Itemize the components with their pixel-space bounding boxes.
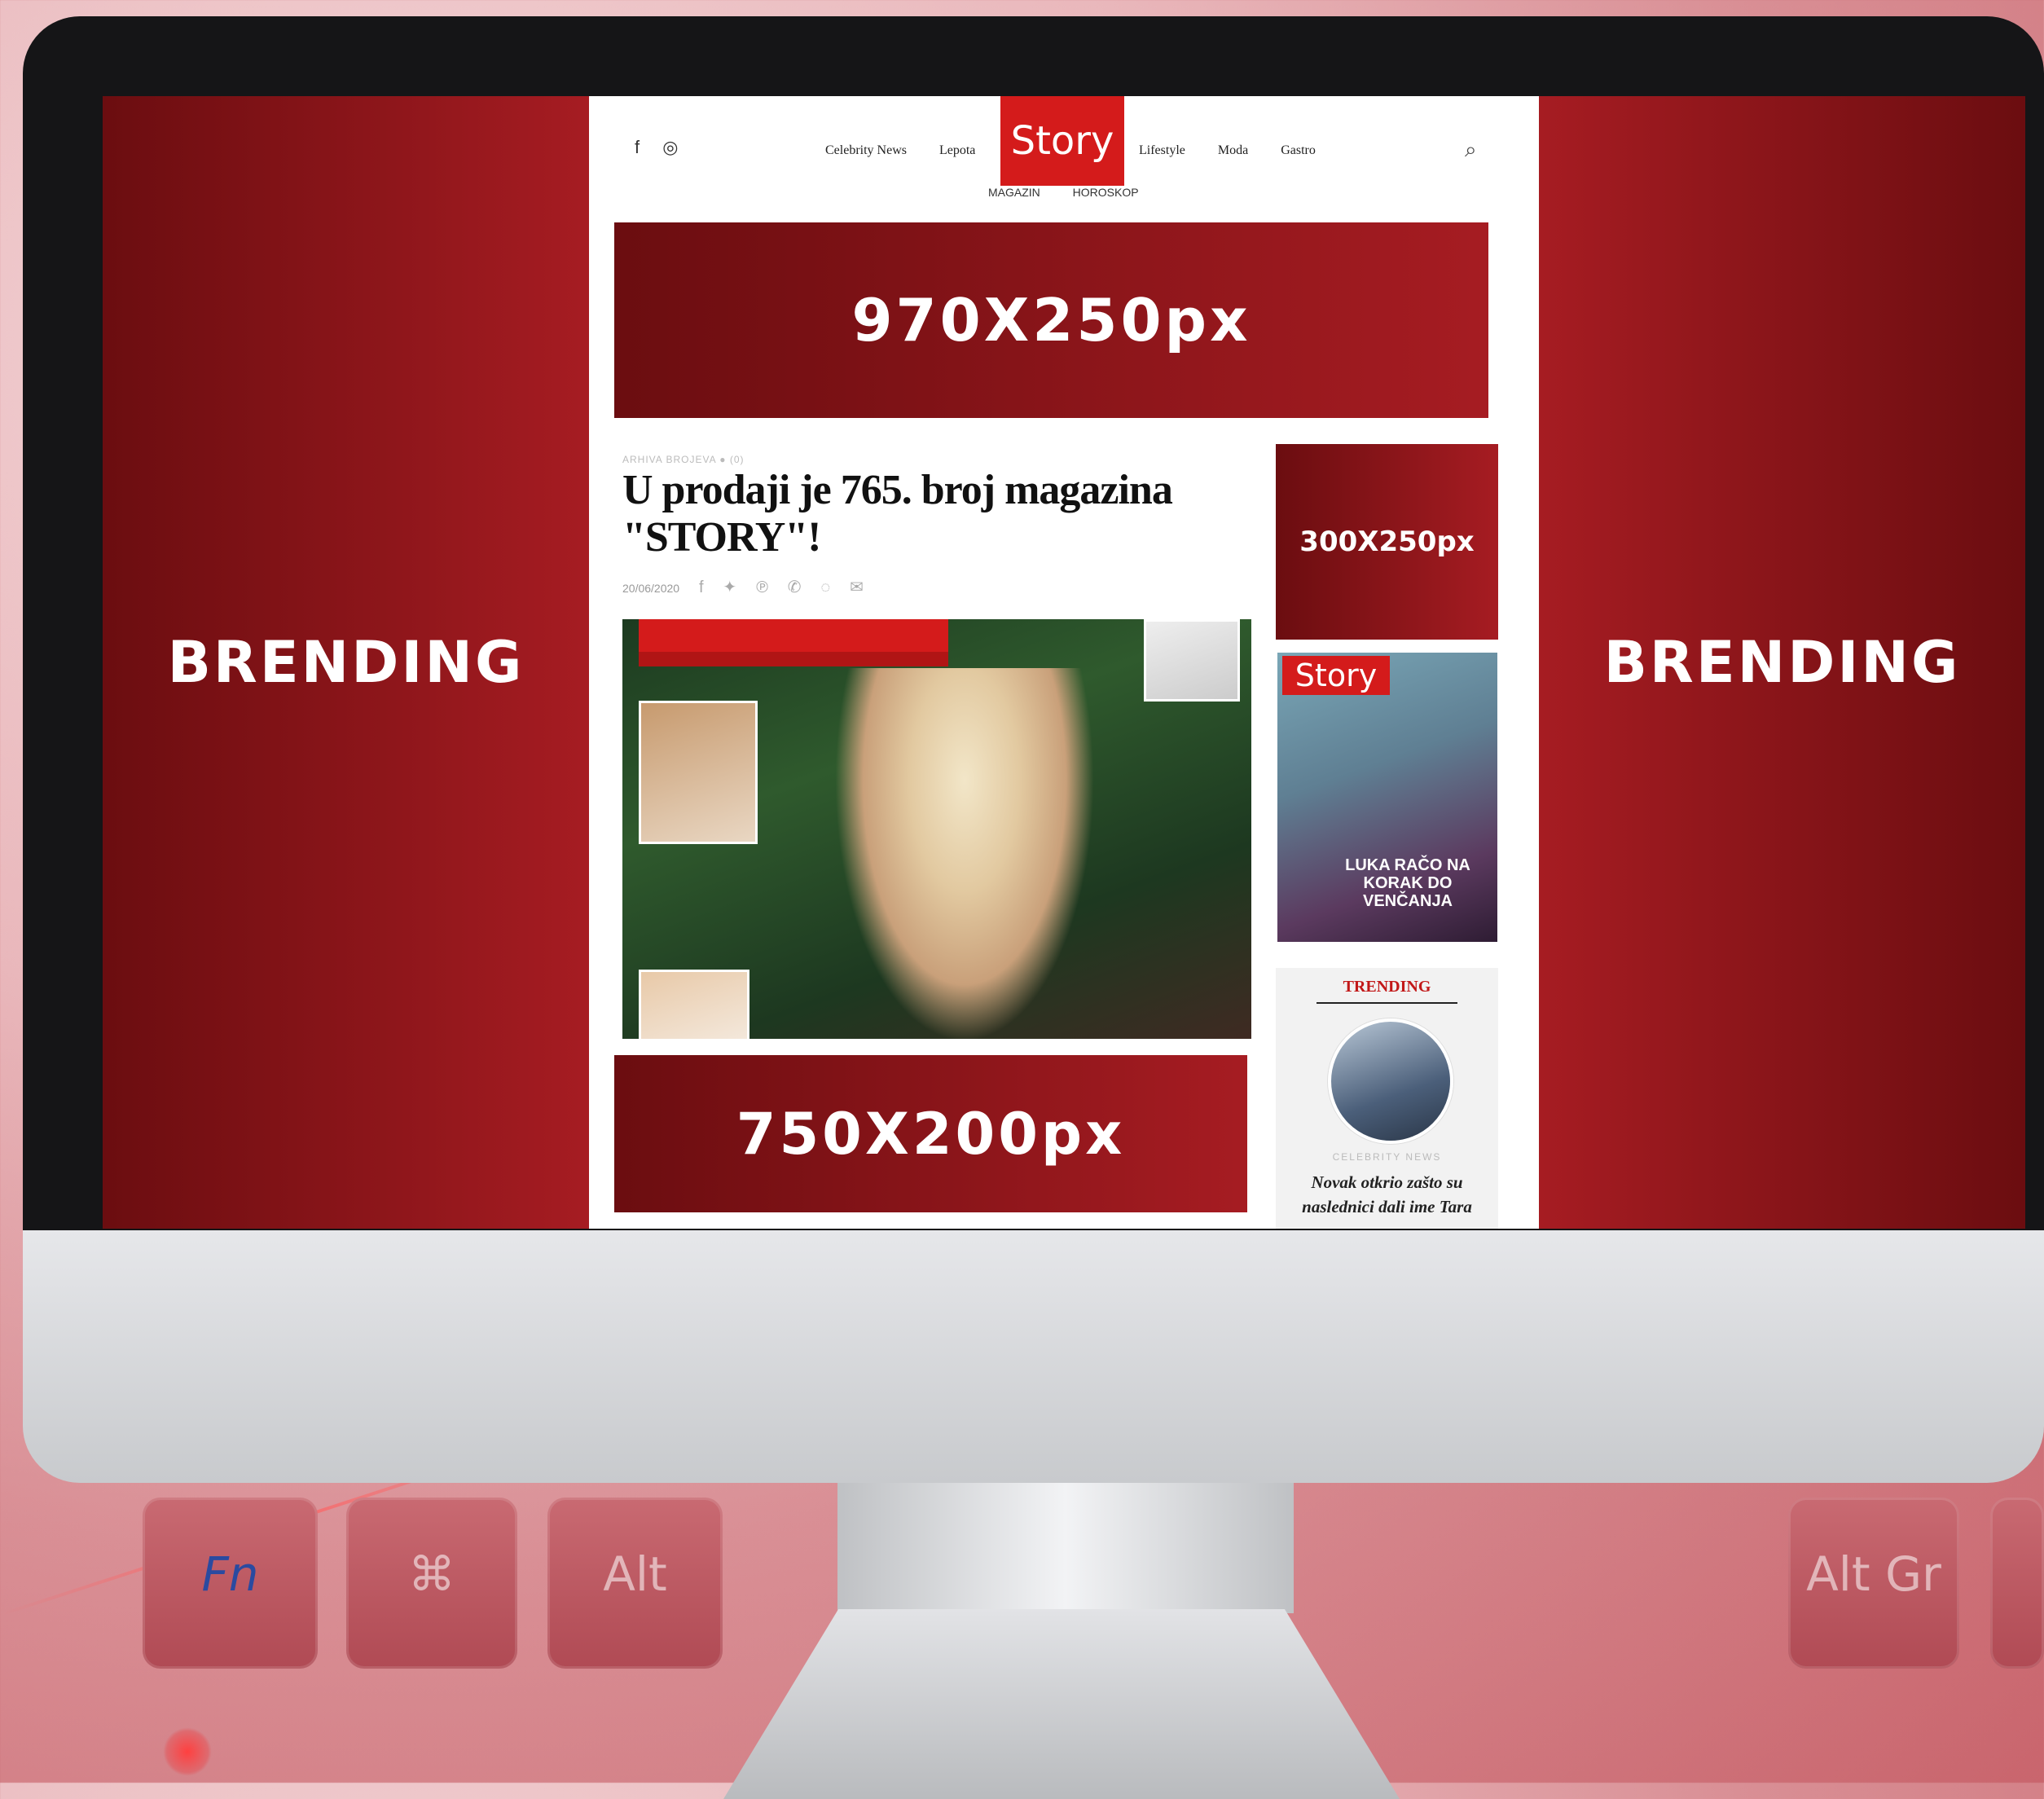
submenu-item-horoskop[interactable]: HOROSKOP	[1073, 186, 1139, 199]
keyboard-key-menu	[1990, 1498, 2044, 1669]
branding-right-ad[interactable]: BRENDING	[1539, 96, 2025, 1229]
cover-inset-bottom	[639, 970, 749, 1039]
facebook-icon[interactable]: f	[699, 578, 704, 596]
cover-masthead	[639, 619, 948, 652]
main-menu-right: Lifestyle Moda Gastro	[1139, 143, 1345, 158]
sidebar-ad[interactable]: 300X250px	[1276, 444, 1498, 640]
cover-inset-couple	[639, 701, 758, 844]
branding-left-ad[interactable]: BRENDING	[103, 96, 589, 1229]
sub-menu: MAGAZIN HOROSKOP	[988, 186, 1168, 199]
submenu-item-magazin[interactable]: MAGAZIN	[988, 186, 1040, 199]
cover-inset-top-right	[1144, 619, 1240, 702]
twitter-icon[interactable]: ✦	[723, 578, 736, 596]
keyboard-key-cmd: ⌘	[346, 1498, 517, 1669]
viber-icon[interactable]: ✆	[788, 578, 802, 596]
laser-glow	[163, 1727, 212, 1776]
menu-item-lepota[interactable]: Lepota	[939, 143, 975, 157]
branding-left-label: BRENDING	[167, 629, 525, 696]
trending-title: TRENDING	[1343, 978, 1431, 996]
site-logo[interactable]: Story	[1000, 96, 1124, 186]
search-icon[interactable]: ⌕	[1465, 137, 1477, 163]
keyboard-key-alt: Alt	[547, 1498, 723, 1669]
trending-avatar[interactable]	[1328, 1018, 1453, 1144]
keyboard-key-fn: Fn	[143, 1498, 318, 1669]
menu-item-moda[interactable]: Moda	[1218, 143, 1248, 157]
trending-widget: TRENDING CELEBRITY NEWS Novak otkrio zaš…	[1276, 968, 1498, 1229]
pinterest-icon[interactable]: ℗	[756, 578, 768, 596]
menu-item-gastro[interactable]: Gastro	[1281, 143, 1316, 157]
comment-icon: ●	[719, 454, 727, 465]
trending-divider	[1317, 1002, 1457, 1004]
monitor-screen: BRENDING BRENDING f ◎ Celebrity News Lep…	[103, 96, 2025, 1229]
site-header: f ◎ Celebrity News Lepota Story Lifestyl…	[589, 96, 1539, 218]
monitor: BRENDING BRENDING f ◎ Celebrity News Lep…	[23, 16, 2044, 1799]
article-category[interactable]: ARHIVA BROJEVA ● (0)	[622, 454, 745, 465]
article-title[interactable]: U prodaji je 765. broj magazina "STORY"!	[622, 467, 1258, 561]
monitor-neck	[837, 1483, 1294, 1613]
article-share-bar: 20/06/2020 f ✦ ℗ ✆ ◌ ✉	[622, 577, 864, 597]
monitor-base	[723, 1609, 1400, 1799]
comment-count: (0)	[729, 454, 745, 465]
email-icon[interactable]: ✉	[850, 578, 864, 596]
branding-right-label: BRENDING	[1603, 629, 1961, 696]
leaderboard-ad[interactable]: 970X250px	[614, 222, 1488, 418]
website: f ◎ Celebrity News Lepota Story Lifestyl…	[589, 96, 1539, 1229]
social-links: f ◎	[635, 137, 696, 158]
trending-category[interactable]: CELEBRITY NEWS	[1276, 1151, 1498, 1163]
keyboard-key-altgr: Alt Gr	[1788, 1498, 1959, 1669]
main-menu-left: Celebrity News Lepota	[825, 143, 1004, 158]
magazine-cover-image[interactable]	[622, 619, 1251, 1039]
whatsapp-icon[interactable]: ◌	[820, 578, 830, 596]
menu-item-celebrity-news[interactable]: Celebrity News	[825, 143, 907, 157]
inline-ad[interactable]: 750X200px	[614, 1055, 1247, 1212]
trending-headline[interactable]: Novak otkrio zašto su naslednici dali im…	[1284, 1170, 1490, 1219]
monitor-chin	[23, 1230, 2044, 1483]
cover-issue-line	[639, 652, 948, 666]
magazine-thumbnail[interactable]: Story LUKA RAČO NA KORAK DO VENČANJA	[1277, 653, 1497, 942]
instagram-icon[interactable]: ◎	[662, 137, 678, 157]
facebook-icon[interactable]: f	[635, 137, 640, 157]
cover-model-photo	[834, 668, 1095, 1039]
menu-item-lifestyle[interactable]: Lifestyle	[1139, 143, 1185, 157]
article-date: 20/06/2020	[622, 582, 680, 595]
thumbnail-logo: Story	[1282, 656, 1390, 695]
thumbnail-caption: LUKA RAČO NA KORAK DO VENČANJA	[1345, 856, 1470, 910]
